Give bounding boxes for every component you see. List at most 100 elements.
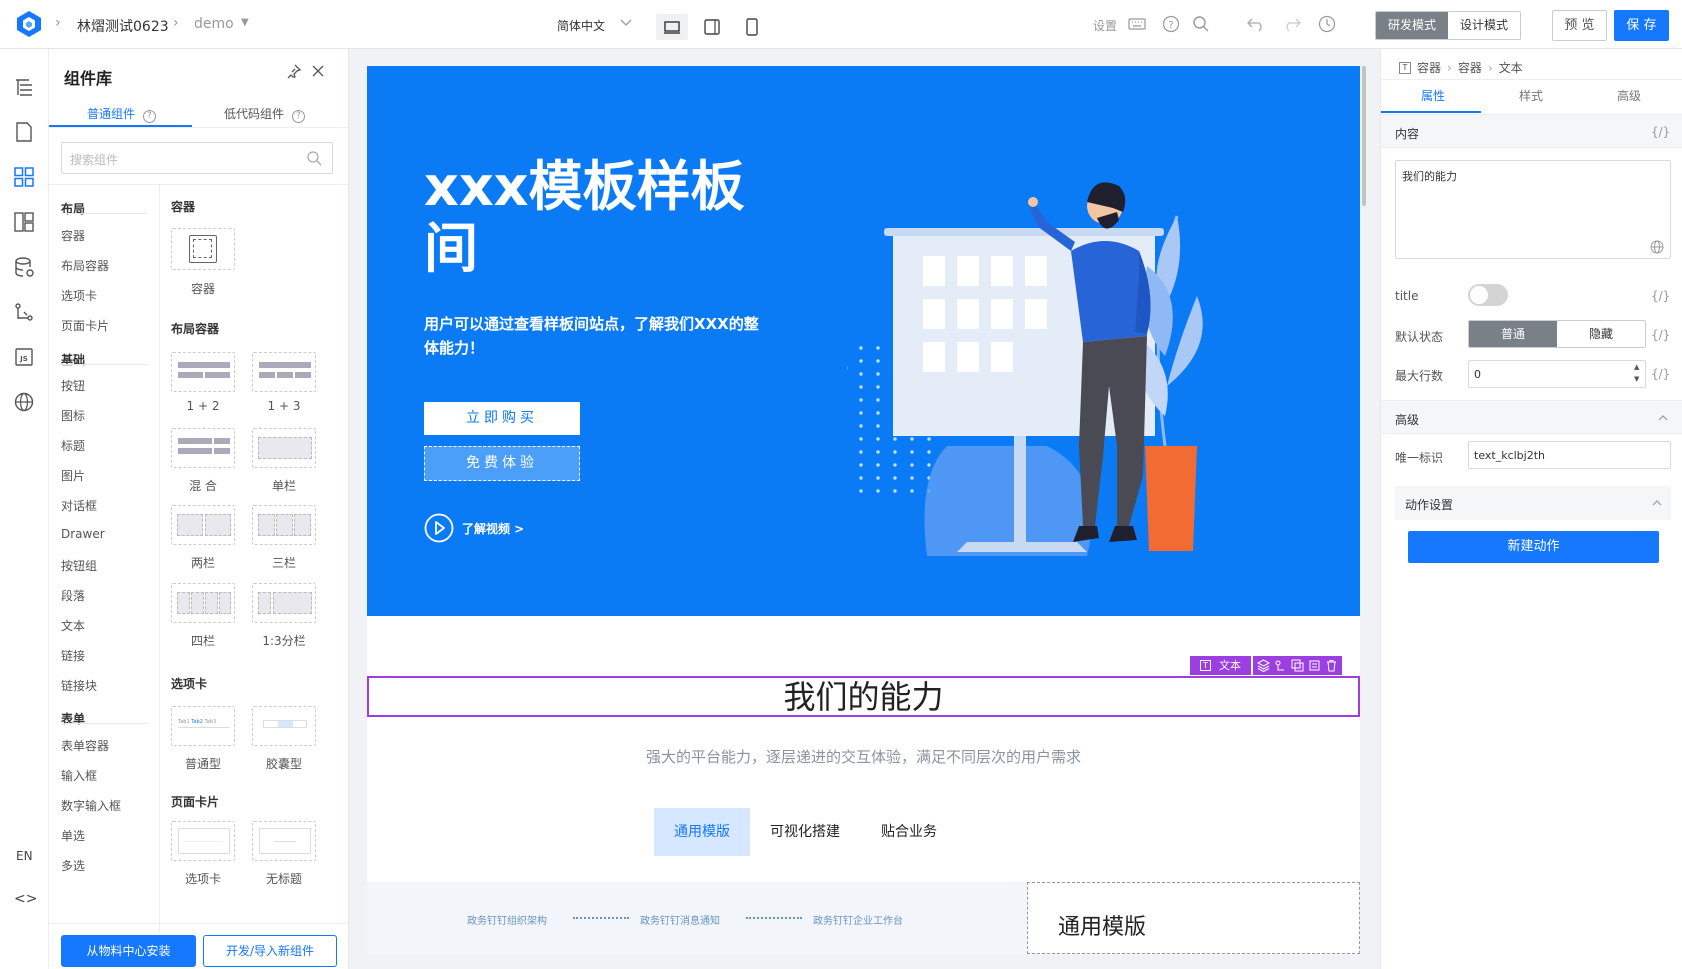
component-thumb-four-col[interactable] — [171, 583, 235, 623]
globe-icon[interactable] — [1650, 240, 1664, 254]
category-item[interactable]: 对话框 — [61, 497, 97, 514]
action-settings-header[interactable]: 动作设置 — [1395, 486, 1671, 520]
device-tablet-button[interactable] — [696, 14, 728, 40]
tab-lowcode-components[interactable]: 低代码组件 ? — [224, 105, 305, 123]
tab-visual-build[interactable]: 可视化搭建 — [757, 808, 853, 856]
duplicate-icon[interactable] — [1308, 659, 1321, 672]
history-icon[interactable] — [1318, 15, 1336, 33]
canvas-scrollbar[interactable] — [1362, 66, 1366, 206]
undo-icon[interactable] — [1246, 16, 1266, 32]
expression-toggle[interactable]: {/} — [1651, 367, 1670, 381]
expression-toggle[interactable]: {/} — [1651, 328, 1670, 342]
component-thumb-two-col[interactable] — [171, 505, 235, 545]
design-canvas[interactable]: xxx模板样板间 用户可以通过查看样板间站点，了解我们XXX的整体能力！ 立即购… — [367, 66, 1360, 954]
js-code-icon[interactable]: JS — [12, 345, 36, 369]
layers-icon[interactable] — [1257, 659, 1270, 672]
unique-id-input[interactable]: text_kclbj2th — [1468, 441, 1671, 469]
category-item[interactable]: 图标 — [61, 407, 85, 424]
app-logo-icon[interactable] — [14, 9, 44, 39]
page-icon[interactable] — [12, 120, 36, 144]
breadcrumb-project[interactable]: 林熠测试0623 — [77, 16, 169, 36]
component-thumb-tabs-capsule[interactable] — [252, 706, 316, 746]
watch-video-link[interactable]: 了解视频 > — [424, 513, 524, 543]
max-rows-input[interactable]: 0 ▲ ▼ — [1468, 360, 1646, 388]
category-item[interactable]: 页面卡片 — [61, 317, 109, 334]
component-thumb-mixed[interactable] — [171, 428, 235, 468]
help-icon[interactable]: ? — [1162, 15, 1180, 33]
tab-common-components[interactable]: 普通组件 ? — [87, 105, 156, 123]
components-icon[interactable] — [12, 165, 36, 189]
component-thumb-1-3-split[interactable] — [252, 583, 316, 623]
component-thumb-card-tabs[interactable] — [171, 821, 235, 861]
logic-flow-icon[interactable] — [12, 300, 36, 324]
category-item[interactable]: 布局容器 — [61, 257, 109, 274]
settings-link[interactable]: 设置 — [1093, 17, 1117, 34]
link-flow-icon[interactable] — [1274, 659, 1287, 672]
pin-icon[interactable] — [286, 63, 302, 79]
state-normal-option[interactable]: 普通 — [1469, 321, 1557, 347]
category-item[interactable]: 图片 — [61, 467, 85, 484]
device-mobile-button[interactable] — [736, 14, 768, 40]
tab-general-template[interactable]: 通用模版 — [654, 808, 750, 856]
category-item[interactable]: 链接 — [61, 647, 85, 664]
selected-text-element[interactable]: 我们的能力 — [367, 676, 1360, 717]
preview-button[interactable]: 预 览 — [1552, 10, 1607, 41]
expression-toggle[interactable]: {/} — [1651, 125, 1670, 139]
category-item[interactable]: 容器 — [61, 227, 85, 244]
component-thumb-container[interactable] — [171, 228, 235, 270]
category-item[interactable]: 选项卡 — [61, 287, 97, 304]
language-toggle[interactable]: EN — [16, 849, 33, 863]
category-item[interactable]: 多选 — [61, 857, 85, 874]
breadcrumb-item[interactable]: 容器 — [1417, 59, 1441, 76]
category-item[interactable]: 单选 — [61, 827, 85, 844]
category-item[interactable]: 表单容器 — [61, 737, 109, 754]
hero-title[interactable]: xxx模板样板间 — [424, 156, 754, 280]
category-item[interactable]: 按钮 — [61, 377, 85, 394]
category-form[interactable]: 表单 — [61, 710, 85, 727]
hero-subtitle[interactable]: 用户可以通过查看样板间站点，了解我们XXX的整体能力！ — [424, 312, 764, 360]
save-button[interactable]: 保 存 — [1614, 10, 1669, 41]
templates-icon[interactable] — [12, 210, 36, 234]
buy-button[interactable]: 立即购买 — [424, 402, 580, 435]
search-input[interactable]: 搜索组件 — [61, 142, 333, 174]
breadcrumb-item[interactable]: 文本 — [1499, 59, 1523, 76]
tab-business-fit[interactable]: 贴合业务 — [861, 808, 957, 856]
stepper-up-icon[interactable]: ▲ — [1634, 363, 1639, 371]
outline-tree-icon[interactable] — [12, 75, 36, 99]
caret-down-icon[interactable]: ▼ — [241, 17, 249, 28]
content-textarea[interactable]: 我们的能力 — [1395, 160, 1671, 259]
component-thumb-three-col[interactable] — [252, 505, 316, 545]
keyboard-icon[interactable] — [1128, 16, 1146, 32]
category-item[interactable]: 链接块 — [61, 677, 97, 694]
install-from-material-center-button[interactable]: 从物料中心安装 — [61, 935, 196, 967]
redo-icon[interactable] — [1282, 16, 1302, 32]
delete-icon[interactable] — [1325, 659, 1338, 672]
advanced-section-header[interactable]: 高级 — [1381, 400, 1682, 434]
close-icon[interactable] — [311, 64, 325, 78]
language-select[interactable]: 简体中文 — [557, 17, 605, 34]
category-item[interactable]: 按钮组 — [61, 557, 97, 574]
dev-mode-button[interactable]: 研发模式 — [1376, 12, 1448, 39]
selection-type-badge[interactable]: T 文本 — [1190, 656, 1251, 675]
stepper-down-icon[interactable]: ▼ — [1634, 375, 1639, 383]
globe-icon[interactable] — [12, 390, 36, 414]
expression-toggle[interactable]: {/} — [1651, 289, 1670, 303]
template-card[interactable]: 通用模版 — [1027, 882, 1360, 954]
search-icon[interactable] — [1192, 15, 1210, 33]
hero-section[interactable]: xxx模板样板间 用户可以通过查看样板间站点，了解我们XXX的整体能力！ 立即购… — [367, 66, 1360, 616]
chevron-down-icon[interactable] — [620, 19, 632, 27]
search-icon[interactable] — [306, 150, 322, 166]
category-item[interactable]: 文本 — [61, 617, 85, 634]
breadcrumb-item[interactable]: 容器 — [1458, 59, 1482, 76]
category-item[interactable]: 输入框 — [61, 767, 97, 784]
import-component-button[interactable]: 开发/导入新组件 — [203, 935, 337, 967]
category-item[interactable]: Drawer — [61, 527, 105, 541]
category-item[interactable]: 段落 — [61, 587, 85, 604]
ability-title[interactable]: 我们的能力 — [369, 678, 1358, 716]
device-desktop-button[interactable] — [656, 14, 688, 40]
category-basic[interactable]: 基础 — [61, 351, 85, 368]
code-icon[interactable]: <> — [14, 891, 37, 907]
tab-advanced[interactable]: 高级 — [1617, 87, 1641, 104]
chevron-up-icon[interactable] — [1658, 414, 1668, 421]
new-action-button[interactable]: 新建动作 — [1408, 531, 1659, 563]
